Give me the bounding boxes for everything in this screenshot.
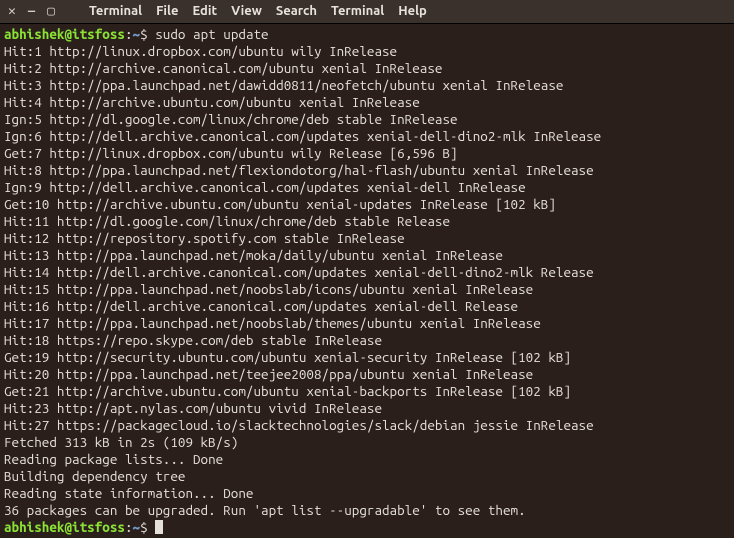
prompt-colon: :: [125, 26, 133, 42]
output-line: Hit:18 https://repo.skype.com/deb stable…: [4, 332, 730, 349]
output-line: Hit:27 https://packagecloud.io/slacktech…: [4, 417, 730, 434]
close-icon[interactable]: ✕: [8, 5, 16, 18]
output-line: Reading state information... Done: [4, 485, 730, 502]
output-line: Building dependency tree: [4, 468, 730, 485]
prompt-host: itsfoss: [72, 26, 125, 42]
output-line: Ign:5 http://dl.google.com/linux/chrome/…: [4, 111, 730, 128]
prompt-line-1: abhishek@itsfoss:~$ sudo apt update: [4, 26, 730, 43]
output-line: Hit:12 http://repository.spotify.com sta…: [4, 230, 730, 247]
menu-search[interactable]: Search: [270, 3, 323, 19]
output-line: Get:7 http://linux.dropbox.com/ubuntu wi…: [4, 145, 730, 162]
prompt-path: ~: [133, 26, 141, 42]
prompt-symbol: $: [140, 519, 148, 535]
output-line: Fetched 313 kB in 2s (109 kB/s): [4, 434, 730, 451]
menu-view[interactable]: View: [225, 3, 268, 19]
output-line: Hit:1 http://linux.dropbox.com/ubuntu wi…: [4, 43, 730, 60]
output-line: Get:21 http://archive.ubuntu.com/ubuntu …: [4, 383, 730, 400]
output-line: 36 packages can be upgraded. Run 'apt li…: [4, 502, 730, 519]
prompt-user: abhishek: [4, 519, 64, 535]
output-line: Hit:8 http://ppa.launchpad.net/flexiondo…: [4, 162, 730, 179]
output-line: Hit:4 http://archive.ubuntu.com/ubuntu x…: [4, 94, 730, 111]
output-line: Reading package lists... Done: [4, 451, 730, 468]
output-line: Hit:3 http://ppa.launchpad.net/dawidd081…: [4, 77, 730, 94]
output-line: Hit:16 http://dell.archive.canonical.com…: [4, 298, 730, 315]
output-line: Hit:20 http://ppa.launchpad.net/teejee20…: [4, 366, 730, 383]
output-line: Hit:14 http://dell.archive.canonical.com…: [4, 264, 730, 281]
output-line: Hit:17 http://ppa.launchpad.net/noobslab…: [4, 315, 730, 332]
menubar: Terminal File Edit View Search Terminal …: [83, 3, 433, 19]
terminal-body[interactable]: abhishek@itsfoss:~$ sudo apt updateHit:1…: [0, 24, 734, 538]
prompt-path: ~: [133, 519, 141, 535]
menu-edit[interactable]: Edit: [186, 3, 223, 19]
prompt-at: @: [64, 519, 72, 535]
output-line: Get:19 http://security.ubuntu.com/ubuntu…: [4, 349, 730, 366]
window-titlebar: ✕ — ▢ Terminal File Edit View Search Ter…: [0, 0, 734, 24]
command-text: sudo apt update: [155, 26, 268, 42]
prompt-at: @: [64, 26, 72, 42]
output-line: Hit:23 http://apt.nylas.com/ubuntu vivid…: [4, 400, 730, 417]
menu-file[interactable]: File: [150, 3, 184, 19]
output-line: Ign:9 http://dell.archive.canonical.com/…: [4, 179, 730, 196]
prompt-host: itsfoss: [72, 519, 125, 535]
maximize-icon[interactable]: ▢: [47, 5, 55, 18]
minimize-icon[interactable]: —: [28, 5, 35, 18]
prompt-line-2: abhishek@itsfoss:~$: [4, 519, 730, 536]
window-controls: ✕ — ▢: [8, 5, 55, 18]
output-line: Get:10 http://archive.ubuntu.com/ubuntu …: [4, 196, 730, 213]
output-line: Hit:2 http://archive.canonical.com/ubunt…: [4, 60, 730, 77]
prompt-colon: :: [125, 519, 133, 535]
menu-help[interactable]: Help: [392, 3, 433, 19]
cursor-icon: [155, 520, 163, 534]
menu-terminal-2[interactable]: Terminal: [325, 3, 390, 19]
prompt-user: abhishek: [4, 26, 64, 42]
output-line: Hit:13 http://ppa.launchpad.net/moka/dai…: [4, 247, 730, 264]
output-line: Hit:15 http://ppa.launchpad.net/noobslab…: [4, 281, 730, 298]
output-line: Hit:11 http://dl.google.com/linux/chrome…: [4, 213, 730, 230]
menu-terminal[interactable]: Terminal: [83, 3, 148, 19]
output-line: Ign:6 http://dell.archive.canonical.com/…: [4, 128, 730, 145]
prompt-symbol: $: [140, 26, 148, 42]
